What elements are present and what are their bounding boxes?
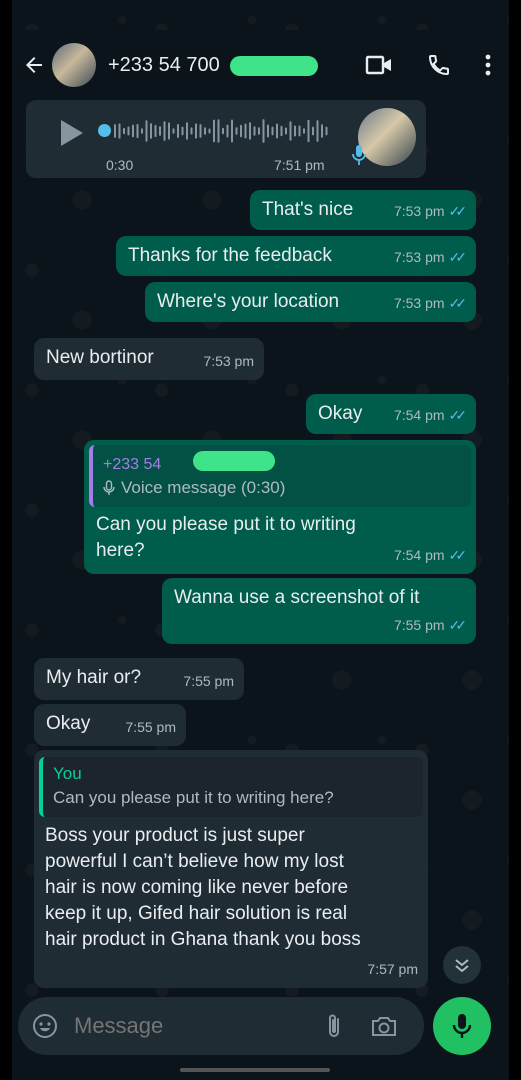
waveform-bar xyxy=(168,122,170,140)
waveform-bar xyxy=(280,125,283,137)
waveform-bar xyxy=(231,119,233,143)
outgoing-reply-message[interactable]: +233 54 Voice message (0:30) Can you ple… xyxy=(84,440,476,574)
waveform-bar xyxy=(208,128,211,134)
redaction-mark xyxy=(193,451,275,471)
playback-dot[interactable] xyxy=(98,124,111,137)
quoted-message[interactable]: +233 54 Voice message (0:30) xyxy=(89,445,471,507)
waveform-bar xyxy=(325,126,328,136)
waveform-bar xyxy=(213,119,215,143)
system-nav-handle xyxy=(180,1068,330,1072)
more-vert-icon[interactable] xyxy=(485,54,491,76)
waveform-bar xyxy=(181,126,184,136)
voice-message-bubble[interactable]: 0:30 7:51 pm xyxy=(26,100,426,178)
play-icon[interactable] xyxy=(59,118,85,148)
waveform-bar xyxy=(316,120,319,142)
incoming-message[interactable]: My hair or? 7:55 pm xyxy=(34,658,244,700)
voice-record-button[interactable] xyxy=(433,997,491,1055)
quote-author: +233 54 xyxy=(103,456,162,473)
voice-duration: 0:30 xyxy=(106,157,134,173)
incoming-reply-message[interactable]: You Can you please put it to writing her… xyxy=(34,750,428,988)
mic-icon xyxy=(452,1014,472,1038)
waveform-bar xyxy=(154,124,157,138)
waveform-bar xyxy=(199,124,202,138)
read-ticks-icon: ✓✓ xyxy=(448,249,468,265)
waveform-bar xyxy=(321,124,323,138)
mic-icon xyxy=(103,480,115,495)
outgoing-message[interactable]: Thanks for the feedback 7:53 pm ✓✓ xyxy=(116,236,476,276)
waveform-bar xyxy=(276,123,278,139)
mic-badge-icon xyxy=(352,145,366,165)
read-ticks-icon: ✓✓ xyxy=(448,617,468,633)
message-text: Boss your product is just super powerful… xyxy=(45,825,361,950)
waveform-bar xyxy=(249,122,251,140)
waveform-bar xyxy=(258,127,260,135)
outgoing-message[interactable]: That's nice 7:53 pm ✓✓ xyxy=(250,190,476,230)
waveform-bar xyxy=(217,119,220,143)
waveform-bar xyxy=(150,123,152,139)
waveform-bar xyxy=(312,126,314,136)
quote-author: You xyxy=(53,764,82,783)
sender-avatar xyxy=(358,108,416,166)
waveform-bar xyxy=(123,127,125,135)
outgoing-message[interactable]: Okay 7:54 pm ✓✓ xyxy=(306,394,476,434)
waveform-bar xyxy=(303,128,305,134)
message-input[interactable] xyxy=(72,1012,316,1040)
waveform-bar xyxy=(235,127,238,135)
phone-icon[interactable] xyxy=(427,53,451,77)
waveform[interactable] xyxy=(114,118,334,144)
waveform-bar xyxy=(244,123,247,139)
waveform-bar xyxy=(298,125,301,137)
incoming-message[interactable]: New bortinor 7:53 pm xyxy=(34,338,264,380)
video-call-icon[interactable] xyxy=(365,54,393,76)
waveform-bar xyxy=(186,122,188,140)
waveform-bar xyxy=(141,128,143,134)
attach-icon[interactable] xyxy=(324,1012,344,1040)
double-chevron-down-icon xyxy=(455,959,469,973)
waveform-bar xyxy=(172,128,175,134)
waveform-bar xyxy=(195,123,197,139)
incoming-message[interactable]: Okay 7:55 pm xyxy=(34,704,186,746)
waveform-bar xyxy=(127,126,130,136)
waveform-bar xyxy=(145,120,148,142)
waveform-bar xyxy=(253,126,256,136)
waveform-bar xyxy=(177,124,179,138)
back-arrow-icon[interactable] xyxy=(22,53,46,77)
waveform-bar xyxy=(240,124,242,138)
message-composer xyxy=(18,997,424,1055)
waveform-bar xyxy=(289,121,292,141)
camera-icon[interactable] xyxy=(370,1014,398,1038)
waveform-bar xyxy=(271,126,274,136)
read-ticks-icon: ✓✓ xyxy=(448,407,468,423)
waveform-bar xyxy=(159,126,161,136)
waveform-bar xyxy=(307,119,310,143)
waveform-bar xyxy=(114,124,116,138)
waveform-bar xyxy=(267,124,269,138)
waveform-bar xyxy=(118,123,121,139)
read-ticks-icon: ✓✓ xyxy=(448,547,468,563)
waveform-bar xyxy=(204,127,206,135)
contact-avatar[interactable] xyxy=(52,43,96,87)
waveform-bar xyxy=(262,119,265,143)
waveform-bar xyxy=(226,124,229,138)
contact-name[interactable]: +233 54 700 xyxy=(108,53,318,77)
read-ticks-icon: ✓✓ xyxy=(448,295,468,311)
outgoing-message[interactable]: Where's your location 7:53 pm ✓✓ xyxy=(145,282,476,322)
outgoing-message[interactable]: Wanna use a screenshot of it 7:55 pm ✓✓ xyxy=(162,578,476,644)
quoted-message[interactable]: You Can you please put it to writing her… xyxy=(39,757,423,817)
contact-number: +233 54 700 xyxy=(108,53,220,76)
waveform-bar xyxy=(285,127,287,135)
waveform-bar xyxy=(132,124,134,138)
waveform-bar xyxy=(294,125,296,137)
read-ticks-icon: ✓✓ xyxy=(448,203,468,219)
message-text: Can you please put it to writing here? xyxy=(96,514,356,561)
waveform-bar xyxy=(190,127,193,135)
waveform-bar xyxy=(163,121,166,141)
emoji-icon[interactable] xyxy=(32,1013,58,1039)
chat-header: +233 54 700 xyxy=(12,30,509,100)
waveform-bar xyxy=(222,127,224,135)
voice-time: 7:51 pm xyxy=(274,157,325,173)
scroll-to-bottom-button[interactable] xyxy=(443,946,481,984)
waveform-bar xyxy=(136,123,139,139)
redaction-mark xyxy=(230,55,318,76)
